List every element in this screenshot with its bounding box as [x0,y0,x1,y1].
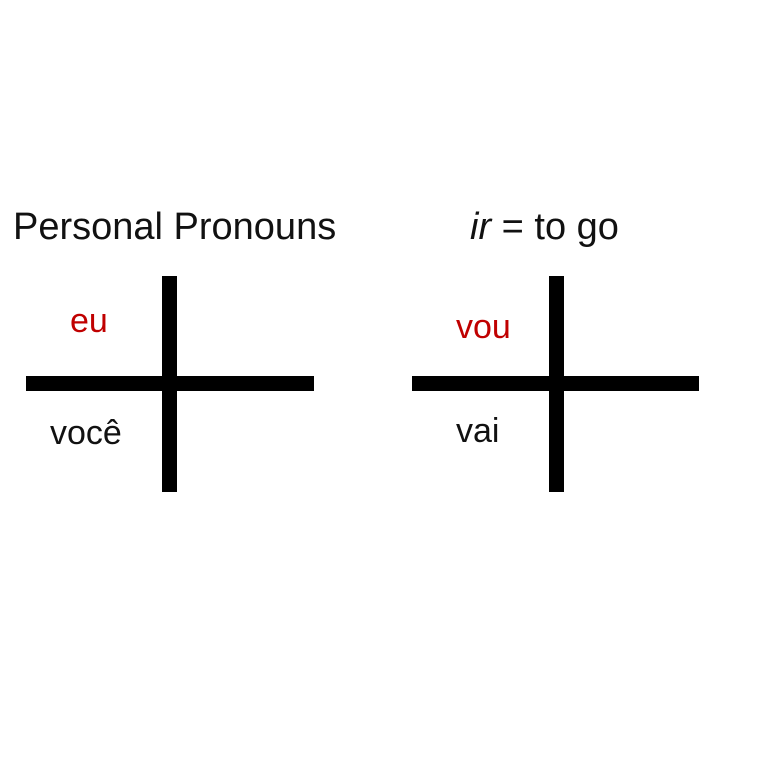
verb-first-singular: vou [456,308,511,346]
pronouns-vertical-line [162,276,177,492]
verb-infinitive: ir [470,206,492,248]
pronouns-title: Personal Pronouns [13,206,337,248]
pronouns-chart: eu você [26,276,316,492]
verb-title: ir = to go [470,205,619,251]
verb-third-singular: vai [456,412,500,450]
verb-chart: vou vai [412,276,702,492]
pronoun-third-singular: você [50,414,122,452]
pronoun-first-singular: eu [70,302,108,340]
verb-translation: = to go [491,206,619,248]
verb-vertical-line [549,276,564,492]
